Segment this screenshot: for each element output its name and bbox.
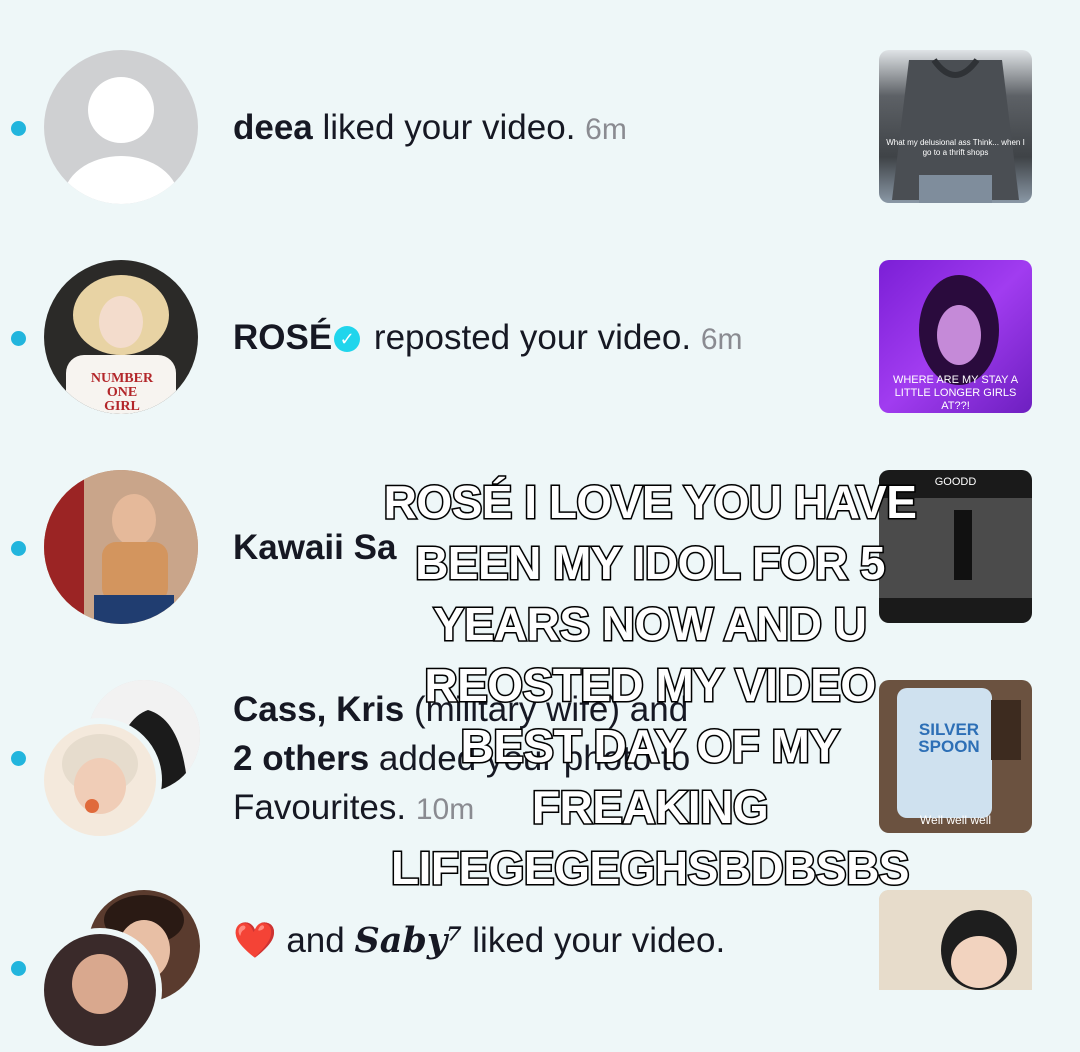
unread-dot [11,331,26,346]
username[interactable]: Saby⁷ [354,920,462,961]
overlay-caption: ROSÉ I LOVE YOU HAVE BEEN MY IDOL FOR 5 … [382,475,918,896]
heart-icon: ❤️ [233,921,277,960]
timestamp: 6m [585,113,627,146]
mirror-selfie-image [44,470,198,624]
figurine-image [879,890,1032,990]
person-avatar-image [72,954,128,1014]
username[interactable]: deea [233,108,313,147]
username[interactable]: ROSÉ [233,318,332,357]
svg-text:ONE: ONE [107,385,137,400]
avatar-rose[interactable]: NUMBER ONE GIRL [44,260,198,414]
unread-dot [11,751,26,766]
thumbnail-caption: WHERE ARE MY STAY A LITTLE LONGER GIRLS … [892,374,1019,412]
svg-text:GIRL: GIRL [104,399,140,414]
verified-badge-icon: ✓ [334,326,361,352]
unread-dot [11,961,26,976]
video-thumbnail[interactable]: What my delusional ass Think... when I g… [879,50,1032,203]
video-thumbnail[interactable] [879,890,1032,990]
timestamp: 6m [700,323,743,356]
svg-text:NUMBER: NUMBER [91,371,154,386]
rose-avatar-image: NUMBER ONE GIRL [66,275,176,414]
thumbnail-caption: What my delusional ass Think... when I g… [886,138,1025,157]
notification-text: ROSÉ ✓ reposted your video. 6m [233,318,743,357]
avatar-stacked-front[interactable] [38,718,162,842]
default-avatar-icon [63,77,179,204]
unread-dot [11,121,26,136]
person-avatar-image [62,734,138,814]
hoodie-image [892,58,1019,203]
avatar-kawaii[interactable] [44,470,198,624]
avatar-stacked-front[interactable] [38,928,162,1052]
notification-row-1[interactable]: deea liked your video. 6m What my delusi… [0,25,1080,235]
video-thumbnail[interactable]: WHERE ARE MY STAY A LITTLE LONGER GIRLS … [879,260,1032,413]
notification-row-2[interactable]: NUMBER ONE GIRL ROSÉ ✓ reposted your vide… [0,235,1080,445]
notification-text: ❤️ and Saby⁷ liked your video. [233,920,726,961]
notification-text: deea liked your video. 6m [233,108,627,147]
unread-dot [11,541,26,556]
avatar-default[interactable] [44,50,198,204]
